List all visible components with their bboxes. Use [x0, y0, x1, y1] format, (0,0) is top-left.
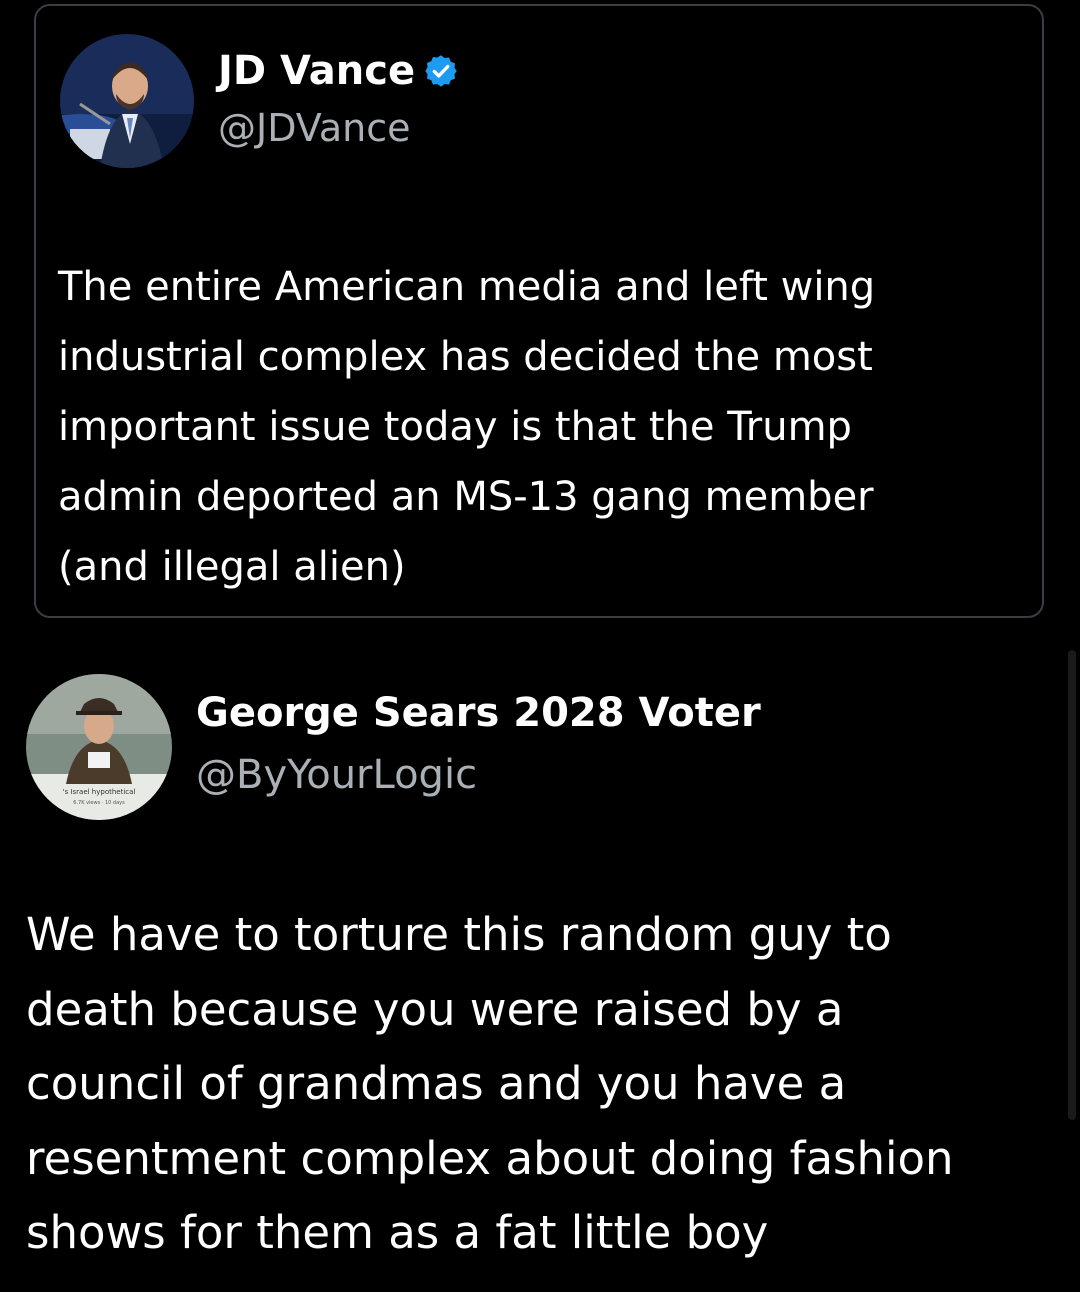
quoted-author-handle[interactable]: @JDVance [218, 106, 411, 150]
scrollbar[interactable] [1068, 650, 1076, 1120]
svg-text:'s Israel hypothetical: 's Israel hypothetical [63, 788, 136, 796]
george-sears-avatar[interactable]: 's Israel hypothetical 6.7K views · 10 d… [26, 674, 172, 820]
reply-author-handle[interactable]: @ByYourLogic [196, 752, 477, 798]
svg-text:6.7K views · 10 days: 6.7K views · 10 days [73, 800, 125, 806]
quoted-tweet-card[interactable]: JD Vance @JDVance The entire American me… [34, 4, 1044, 618]
reply-tweet-text: We have to torture this random guy to de… [26, 908, 954, 1259]
quoted-author-name[interactable]: JD Vance [218, 48, 459, 94]
verified-badge-icon [423, 53, 459, 89]
jd-vance-avatar[interactable] [60, 34, 194, 168]
quoted-tweet-text: The entire American media and left wing … [58, 264, 876, 590]
reply-author-name[interactable]: George Sears 2028 Voter [196, 690, 761, 736]
quoted-author-name-text: JD Vance [218, 48, 416, 94]
